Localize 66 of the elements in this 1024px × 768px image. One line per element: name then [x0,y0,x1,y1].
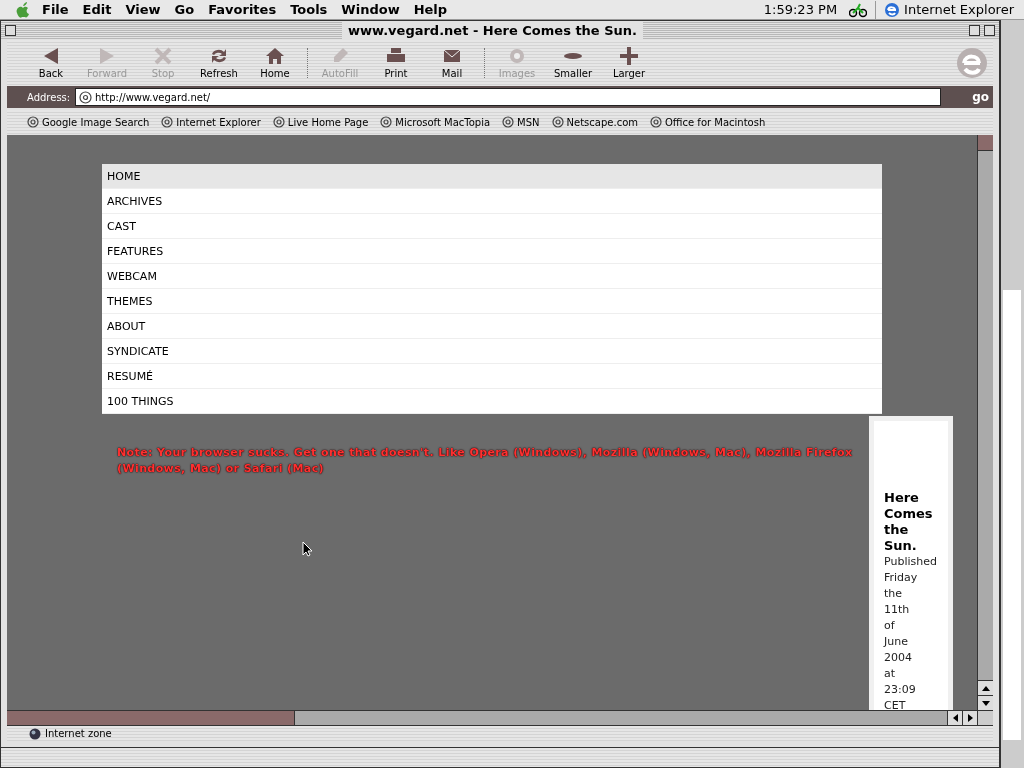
house-icon [264,45,286,66]
status-text: Internet zone [45,727,112,741]
at-sign-icon [650,116,662,128]
apple-icon[interactable] [16,1,30,18]
toolbar-button[interactable]: Refresh [191,45,247,81]
at-sign-icon [502,116,515,128]
menu-item[interactable]: Go [174,0,195,20]
scroll-down-button[interactable] [978,695,993,710]
left-arrow-icon [952,714,958,722]
toolbar-button[interactable]: Larger [601,45,657,81]
globe-icon [29,727,41,740]
x-icon [152,45,174,66]
collapse-box[interactable] [984,25,995,36]
toolbar-button[interactable]: Back [23,45,79,81]
nav-link[interactable]: HOME [102,164,882,189]
favorite-link[interactable]: MSN [502,114,540,130]
toolbar-button[interactable]: Mail [424,45,480,81]
menu-item[interactable]: View [125,0,161,20]
menu-item[interactable]: Favorites [208,0,277,20]
toolbar-button[interactable]: Print [368,45,424,81]
e-logo-icon [955,46,989,80]
browser-warning: Note: Your browser sucks. Get one that doesn't. Like Opera (Windows), Mozilla (Windows, Mac), Mozilla Firefox (Windows, Mac) or Safari (Mac) [117,445,854,477]
favorite-link[interactable]: Netscape.com [551,114,638,130]
right-arrow-icon [967,714,973,722]
zoom-box[interactable] [969,25,980,36]
up-arrow-icon [981,685,990,691]
menu-item[interactable]: Help [413,0,448,20]
toolbar-button[interactable]: Smaller [545,45,601,81]
address-field[interactable]: http://www.vegard.net/ [75,88,941,106]
post-title: Here Comes the Sun. [884,490,934,554]
app-name: Internet Explorer [904,0,1014,19]
scroll-left-button[interactable] [947,711,962,725]
close-box[interactable] [5,25,16,36]
minus-icon [564,52,582,59]
at-sign-icon [380,116,393,128]
scroll-right-button[interactable] [962,711,977,725]
scroll-thumb[interactable] [978,135,993,151]
plus-icon [618,45,640,66]
cyclist-icon[interactable] [849,1,868,18]
scroll-thumb[interactable] [7,711,295,725]
scroll-up-button[interactable] [978,680,993,695]
at-sign-icon [551,116,564,128]
down-arrow-icon [981,700,990,706]
window-title: www.vegard.net - Here Comes the Sun. [341,20,644,41]
e-logo-icon[interactable] [884,1,901,18]
favorite-link[interactable]: Google Image Search [27,114,150,130]
menu-item[interactable]: Window [341,0,400,20]
menu-item[interactable]: File [42,0,69,20]
go-button[interactable]: go [972,88,989,106]
favorite-link[interactable]: Internet Explorer [161,114,261,130]
at-sign-icon [79,90,92,104]
horizontal-scrollbar[interactable] [7,711,947,725]
menu-item[interactable]: Tools [290,0,328,20]
favorite-link[interactable]: Office for Macintosh [650,114,766,130]
at-sign-icon [272,116,285,128]
post-meta: Published Friday the 11th of June 2004 at 23:09 CET [884,554,938,710]
mouse-cursor-icon [302,541,313,557]
menu-item[interactable]: Edit [82,0,112,20]
vertical-scrollbar[interactable] [977,135,993,710]
address-label: Address: [27,90,72,105]
favorite-link[interactable]: Microsoft MacTopia [380,114,491,130]
clock: 1:59:23 PM [763,0,838,19]
at-sign-icon [27,116,39,128]
at-sign-icon [161,116,174,128]
toolbar-button[interactable]: Home [247,45,303,81]
favorite-link[interactable]: Live Home Page [272,114,369,130]
